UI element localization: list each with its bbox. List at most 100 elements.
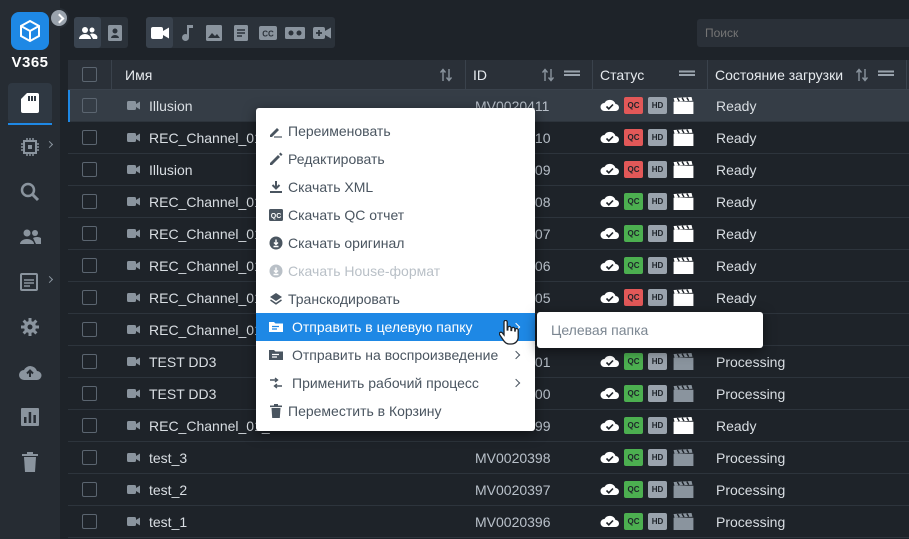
cloud-check-icon <box>600 515 619 527</box>
row-checkbox[interactable] <box>82 354 97 369</box>
sidebar-item-users[interactable] <box>8 217 52 257</box>
row-checkbox[interactable] <box>82 482 97 497</box>
chip-icon <box>21 138 39 156</box>
column-header-status[interactable]: Статус <box>593 60 708 90</box>
chevron-right-icon <box>511 350 521 360</box>
row-load-state: Ready <box>716 194 757 210</box>
column-header-name[interactable]: Имя <box>118 60 466 90</box>
context-menu-item[interactable]: Применить рабочий процесс <box>256 369 535 397</box>
video-icon <box>127 133 140 142</box>
column-menu-icon[interactable] <box>679 70 695 80</box>
list-window-icon <box>20 273 38 291</box>
row-checkbox[interactable] <box>82 194 97 209</box>
toolbar: CC <box>68 0 909 60</box>
video-icon <box>127 421 140 430</box>
download-icon <box>270 181 282 193</box>
context-menu-item[interactable]: Скачать XML <box>256 173 535 201</box>
cube-icon <box>20 19 40 43</box>
row-checkbox[interactable] <box>82 98 97 113</box>
tape-filter-button[interactable] <box>281 17 308 48</box>
row-checkbox[interactable] <box>82 450 97 465</box>
live-icon <box>312 26 331 39</box>
cloud-check-icon <box>600 387 619 399</box>
app-logo-text: V365 <box>11 54 49 71</box>
sidebar-item-media-library[interactable] <box>8 83 52 125</box>
group-icon <box>20 229 41 244</box>
table-row[interactable]: test_3 MV0020398 QC HD Processing <box>68 442 909 474</box>
hd-badge-icon: HD <box>648 225 667 242</box>
clapperboard-icon <box>673 417 694 434</box>
sidebar-item-upload[interactable] <box>8 352 52 392</box>
clapperboard-icon <box>673 353 694 370</box>
collapse-sidebar-button[interactable] <box>49 8 69 28</box>
context-menu-item[interactable]: Транскодировать <box>256 285 535 313</box>
sidebar-item-hardware[interactable] <box>8 127 54 167</box>
context-menu: Переименовать Редактировать Скачать XML QC С… <box>256 108 535 431</box>
image-filter-button[interactable] <box>200 17 227 48</box>
context-menu-item[interactable]: Отправить на воспроизведение <box>256 341 535 369</box>
qc-status-icon: QC <box>624 385 643 402</box>
qc-status-icon: QC <box>624 97 643 114</box>
chevron-right-icon <box>45 140 54 149</box>
row-name: REC_Channel_01_ <box>149 194 270 210</box>
context-menu-item[interactable]: Отправить в целевую папку <box>256 313 535 341</box>
context-menu-item[interactable]: Переместить в Корзину <box>256 397 535 425</box>
subtitles-filter-button[interactable]: CC <box>254 17 281 48</box>
row-checkbox[interactable] <box>82 258 97 273</box>
clapperboard-icon <box>673 481 694 498</box>
sidebar-item-reports[interactable] <box>8 397 52 437</box>
search-input[interactable] <box>697 19 909 47</box>
row-checkbox[interactable] <box>82 386 97 401</box>
context-menu-item[interactable]: Переименовать <box>256 117 535 145</box>
column-header-id[interactable]: ID <box>466 60 593 90</box>
row-checkbox[interactable] <box>82 418 97 433</box>
hd-badge-icon: HD <box>648 97 667 114</box>
contact-view-button[interactable] <box>101 17 128 48</box>
column-header-load-state[interactable]: Состояние загрузки <box>708 60 907 90</box>
rename-icon <box>270 128 282 138</box>
row-checkbox[interactable] <box>82 514 97 529</box>
select-all-checkbox[interactable] <box>82 67 97 82</box>
table-header: Имя ID Статус Состояние загрузки <box>68 60 909 90</box>
context-menu-item[interactable]: QC Скачать QC отчет <box>256 201 535 229</box>
sort-icon[interactable] <box>440 68 452 82</box>
row-name: REC_Channel_01_ <box>149 130 270 146</box>
sidebar-item-tasks[interactable] <box>8 262 54 302</box>
contact-icon <box>107 24 122 41</box>
sidebar-item-trash[interactable] <box>8 442 52 482</box>
row-checkbox[interactable] <box>82 322 97 337</box>
row-name: test_2 <box>149 482 188 498</box>
row-checkbox[interactable] <box>82 226 97 241</box>
trash-icon <box>270 404 282 418</box>
video-icon <box>127 293 140 302</box>
table-row[interactable]: test_1 MV0020396 QC HD Processing <box>68 506 909 538</box>
sidebar-item-settings[interactable] <box>8 307 52 347</box>
hand-cursor-icon <box>499 320 519 345</box>
qc-status-icon: QC <box>624 225 643 242</box>
video-filter-button[interactable] <box>146 17 173 48</box>
app-logo[interactable] <box>11 12 49 50</box>
row-id: MV0020398 <box>475 450 551 466</box>
sort-icon[interactable] <box>856 68 868 82</box>
context-menu-item[interactable]: Редактировать <box>256 145 535 173</box>
row-checkbox[interactable] <box>82 162 97 177</box>
select-all-cell <box>68 60 112 90</box>
row-name: REC_Channel_01_ <box>149 322 270 338</box>
cloud-check-icon <box>600 227 619 239</box>
table-row[interactable]: test_2 MV0020397 QC HD Processing <box>68 474 909 506</box>
sidebar-item-search[interactable] <box>8 172 52 212</box>
users-view-button[interactable] <box>74 17 101 48</box>
document-filter-button[interactable] <box>227 17 254 48</box>
sort-icon[interactable] <box>542 68 554 82</box>
submenu-item-target-folder[interactable]: Целевая папка <box>551 322 648 338</box>
video-icon <box>127 325 140 334</box>
svg-text:QC: QC <box>271 213 282 220</box>
column-menu-icon[interactable] <box>564 70 580 80</box>
row-checkbox[interactable] <box>82 290 97 305</box>
music-filter-button[interactable] <box>173 17 200 48</box>
live-filter-button[interactable] <box>308 17 335 48</box>
cloud-check-icon <box>600 355 619 367</box>
row-checkbox[interactable] <box>82 130 97 145</box>
context-menu-item[interactable]: Скачать оригинал <box>256 229 535 257</box>
column-menu-icon[interactable] <box>878 70 894 80</box>
